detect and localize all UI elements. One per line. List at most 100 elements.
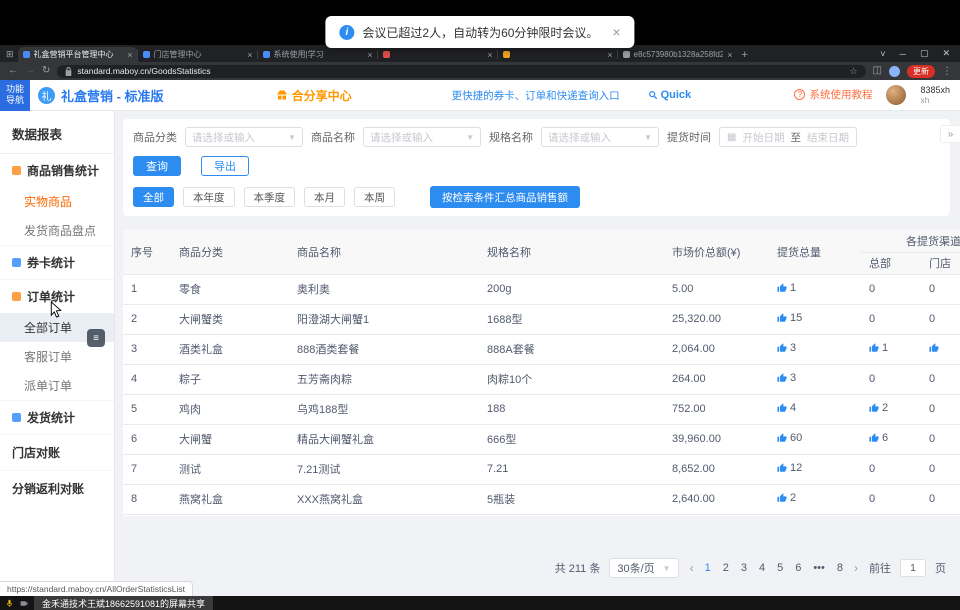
pickup-count-link[interactable]: 15 <box>777 312 802 324</box>
category-select[interactable]: 请选择或输入 ▼ <box>185 127 303 147</box>
quick-search-button[interactable]: Quick <box>648 89 692 101</box>
pickup-count: 6 <box>882 432 888 444</box>
quick-filter-button[interactable]: 全部 <box>133 187 174 207</box>
pickup-date-range-picker[interactable]: ▦ 开始日期 至 结束日期 <box>719 127 857 147</box>
sidebar-item[interactable]: 分销返利对账 <box>0 470 114 506</box>
pickup-count-link[interactable]: 2 <box>777 492 796 504</box>
sidebar-subitem[interactable]: 实物商品 <box>0 187 114 216</box>
table-cell: 7 <box>123 454 171 484</box>
share-center-link[interactable]: 合分享中心 <box>276 87 352 104</box>
pickup-hand-icon <box>777 433 787 443</box>
browser-tab[interactable]: 门店管理中心× <box>138 47 258 62</box>
browser-profile-avatar[interactable] <box>889 66 900 77</box>
pickup-hand-icon <box>869 403 879 413</box>
pagination-bar: 共 211 条 30条/页 ▼ ‹ 123456•••8 › 前往 页 <box>123 558 946 578</box>
browser-tab[interactable]: e8c573980b1328a258fd2e6f× <box>618 47 738 62</box>
page-number[interactable]: 1 <box>705 562 711 574</box>
tab-close-icon[interactable]: × <box>247 50 252 60</box>
filter-panel: 商品分类 请选择或输入 ▼ 商品名称 请选择或输入 ▼ 规格名称 请选择或输入 <box>123 119 950 216</box>
page-number[interactable]: 2 <box>723 562 729 574</box>
tab-close-icon[interactable]: × <box>367 50 372 60</box>
pickup-count: 1 <box>882 342 888 354</box>
function-nav-button[interactable]: 功能导航 <box>0 80 30 111</box>
reload-icon[interactable]: ↻ <box>42 66 50 76</box>
sidebar-subitem[interactable]: 派单订单 <box>0 371 114 400</box>
pickup-count-link[interactable]: 60 <box>777 432 802 444</box>
minimize-button[interactable]: ─ <box>900 49 906 59</box>
back-icon[interactable]: ← <box>8 66 18 76</box>
sidebar-subitem[interactable]: 发货商品盘点 <box>0 216 114 245</box>
browser-tab[interactable]: 礼盒营销平台管理中心× <box>18 47 138 62</box>
quick-entry-link[interactable]: 更快捷的券卡、订单和快递查询入口 <box>452 88 620 103</box>
quick-filter-button[interactable]: 本年度 <box>183 187 235 207</box>
browser-tab[interactable]: 系统使用|学习× <box>258 47 378 62</box>
tutorial-link[interactable]: ? 系统使用教程 <box>794 87 872 102</box>
sidebar-group[interactable]: 商品销售统计 <box>0 154 114 187</box>
sidebar-item[interactable]: 门店对账 <box>0 434 114 470</box>
bookmark-star-icon[interactable]: ☆ <box>849 66 857 77</box>
summary-by-criteria-button[interactable]: 按检索条件汇总商品销售额 <box>430 186 580 208</box>
app-logo-icon: 礼 <box>38 87 55 104</box>
next-page-button[interactable]: › <box>852 561 860 575</box>
prev-page-button[interactable]: ‹ <box>688 561 696 575</box>
spec-name-select[interactable]: 请选择或输入 ▼ <box>541 127 659 147</box>
pickup-count-link[interactable]: 1 <box>869 342 888 354</box>
microphone-icon[interactable] <box>5 599 14 608</box>
page-ellipsis[interactable]: ••• <box>813 562 825 574</box>
close-window-button[interactable]: ✕ <box>942 48 950 59</box>
page-number[interactable]: 3 <box>741 562 747 574</box>
quick-filter-button[interactable]: 本季度 <box>244 187 296 207</box>
user-name: 8385xh <box>920 85 950 96</box>
toast-close-icon[interactable]: × <box>612 24 620 40</box>
pickup-count-link[interactable]: 6 <box>869 432 888 444</box>
collapse-panel-icon[interactable]: » <box>940 125 960 143</box>
quick-filter-button[interactable]: 本周 <box>354 187 395 207</box>
page-number[interactable]: 5 <box>777 562 783 574</box>
browser-tab[interactable]: × <box>378 47 498 62</box>
sidebar-group[interactable]: 发货统计 <box>0 400 114 434</box>
search-button[interactable]: 查询 <box>133 156 181 176</box>
page-number[interactable]: 6 <box>795 562 801 574</box>
filter-label: 商品名称 <box>311 129 355 145</box>
goto-page-input[interactable] <box>900 559 926 577</box>
sidebar-toggle-button[interactable]: ≡ <box>87 329 105 347</box>
table-cell: XXX燕窝礼盒 <box>289 484 479 514</box>
sidebar-group[interactable]: 券卡统计 <box>0 245 114 279</box>
page-number[interactable]: 8 <box>837 562 843 574</box>
camera-icon[interactable] <box>19 599 29 608</box>
page-number[interactable]: 4 <box>759 562 765 574</box>
extensions-icon[interactable]: ◫ <box>873 66 882 76</box>
export-button[interactable]: 导出 <box>201 156 249 176</box>
tab-search-icon[interactable]: ⊞ <box>6 49 14 60</box>
forward-icon[interactable]: → <box>25 66 35 76</box>
tab-close-icon[interactable]: × <box>607 50 612 60</box>
quick-filter-button[interactable]: 本月 <box>304 187 345 207</box>
browser-menu-icon[interactable]: ⋮ <box>942 66 952 77</box>
tab-close-icon[interactable]: × <box>127 50 132 60</box>
pickup-count-link[interactable]: 1 <box>777 282 796 294</box>
select-placeholder: 请选择或输入 <box>370 130 433 145</box>
tab-close-icon[interactable]: × <box>727 50 732 60</box>
end-date-placeholder: 结束日期 <box>807 130 849 145</box>
tab-menu-chevron-icon[interactable]: ˅ <box>880 49 885 59</box>
pickup-count-link[interactable]: 4 <box>777 402 796 414</box>
new-tab-button[interactable]: + <box>742 49 748 61</box>
pickup-count-link[interactable]: 2 <box>869 402 888 414</box>
pickup-count-link[interactable] <box>929 343 942 353</box>
pickup-count-link[interactable]: 12 <box>777 462 802 474</box>
table-cell: 2,064.00 <box>664 334 769 364</box>
user-avatar[interactable] <box>886 85 906 105</box>
tab-close-icon[interactable]: × <box>487 50 492 60</box>
search-icon <box>648 90 658 100</box>
url-field[interactable]: standard.maboy.cn/GoodsStatistics ☆ <box>57 65 865 78</box>
pickup-count-link[interactable]: 3 <box>777 342 796 354</box>
browser-tab[interactable]: × <box>498 47 618 62</box>
pickup-count-link[interactable]: 3 <box>777 372 796 384</box>
product-name-select[interactable]: 请选择或输入 ▼ <box>363 127 481 147</box>
page-size-select[interactable]: 30条/页 ▼ <box>609 558 678 578</box>
lock-icon <box>65 67 72 76</box>
maximize-button[interactable]: ▢ <box>920 48 929 59</box>
update-badge[interactable]: 更新 <box>907 65 935 78</box>
user-name-block[interactable]: 8385xh xh <box>920 85 950 106</box>
table-cell: 0 <box>861 484 921 514</box>
